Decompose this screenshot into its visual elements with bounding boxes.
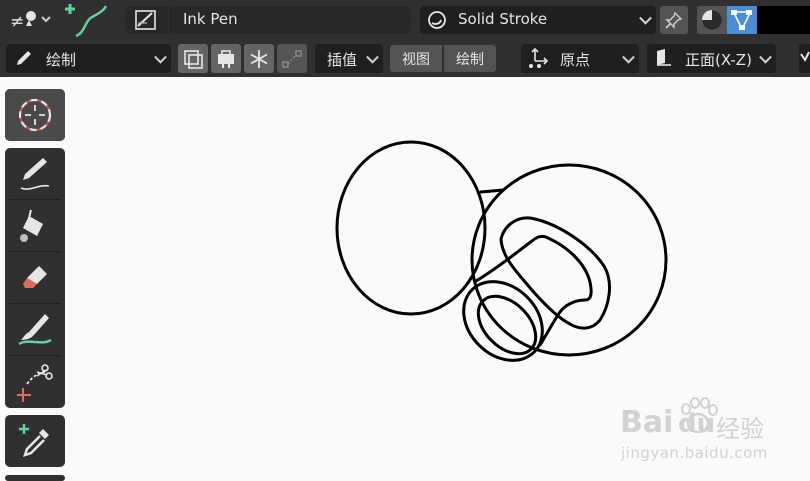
- watermark: Bai du 经验 jingyan.baidu.com: [620, 395, 810, 470]
- stroke-inner-loop: [499, 216, 611, 330]
- watermark-brand-left: Bai: [620, 405, 674, 440]
- watermark-du: du: [678, 409, 716, 439]
- watermark-url: jingyan.baidu.com: [621, 444, 768, 462]
- stroke-right-circle: [470, 163, 668, 357]
- stroke-left-circle: [335, 140, 487, 316]
- stroke-tube-outer: [462, 280, 544, 362]
- watermark-brand-right: 经验: [716, 415, 764, 443]
